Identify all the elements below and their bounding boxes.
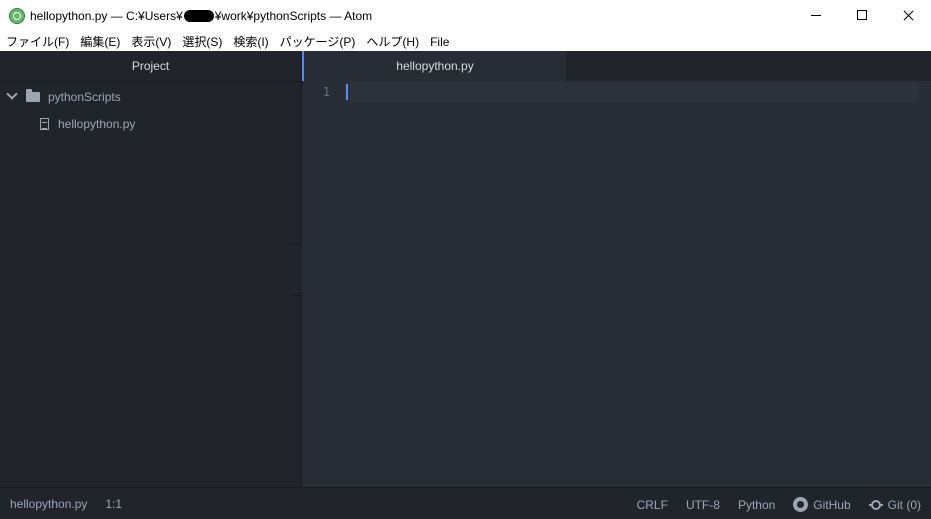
- chevron-down-icon: [6, 88, 18, 100]
- file-text-icon: [40, 118, 49, 130]
- line-number-1: 1: [322, 85, 330, 99]
- window-title-start: hellopython.py — C:¥Users¥: [30, 9, 183, 23]
- menu-view[interactable]: 表示(V): [125, 33, 176, 50]
- menu-help[interactable]: ヘルプ(H): [360, 33, 424, 50]
- minimize-button[interactable]: [793, 0, 839, 31]
- menu-selection[interactable]: 選択(S): [176, 33, 227, 50]
- status-git[interactable]: Git (0): [868, 497, 921, 512]
- status-encoding[interactable]: UTF-8: [686, 498, 720, 512]
- project-tree-panel: Project pythonScripts hellopython.py: [0, 51, 302, 487]
- status-line-ending[interactable]: CRLF: [637, 498, 668, 512]
- status-bar: hellopython.py 1:1 CRLF UTF-8 Python GitH…: [0, 487, 931, 519]
- menu-find[interactable]: 検索(I): [227, 33, 273, 50]
- tree-folder-row[interactable]: pythonScripts: [6, 88, 121, 104]
- tree-header-project[interactable]: Project: [0, 51, 301, 82]
- minimize-icon: [811, 15, 821, 16]
- atom-app-icon[interactable]: [9, 8, 25, 24]
- window-title: hellopython.py — C:¥Users¥ ¥work¥pythonSc…: [30, 9, 372, 23]
- current-line-highlight: [345, 82, 919, 102]
- tab-hellopython[interactable]: hellopython.py: [302, 51, 566, 81]
- redacted-username-mask: [183, 10, 214, 22]
- menu-file-jp[interactable]: ファイル(F): [0, 33, 74, 50]
- folder-label: pythonScripts: [48, 90, 121, 104]
- text-cursor: [346, 84, 348, 100]
- git-commit-icon: [868, 501, 883, 509]
- git-label: Git (0): [887, 497, 921, 512]
- status-cursor-position[interactable]: 1:1: [105, 497, 122, 511]
- menu-edit[interactable]: 編集(E): [74, 33, 125, 50]
- title-bar: hellopython.py — C:¥Users¥ ¥work¥pythonSc…: [0, 0, 931, 33]
- file-label: hellopython.py: [58, 117, 136, 131]
- menu-bar: ファイル(F) 編集(E) 表示(V) 選択(S) 検索(I) パッケージ(P)…: [0, 32, 931, 51]
- tab-bar: hellopython.py: [302, 51, 931, 81]
- folder-icon: [26, 89, 40, 102]
- menu-file[interactable]: File: [424, 35, 454, 49]
- status-grammar[interactable]: Python: [738, 498, 775, 512]
- github-icon: [793, 497, 809, 512]
- window-title-end: ¥work¥pythonScripts — Atom: [214, 9, 373, 23]
- github-label: GitHub: [813, 497, 851, 512]
- maximize-button[interactable]: [839, 0, 885, 31]
- text-editor[interactable]: 1: [302, 81, 931, 487]
- menu-packages[interactable]: パッケージ(P): [274, 33, 361, 50]
- status-github[interactable]: GitHub: [793, 497, 851, 512]
- close-button[interactable]: [885, 0, 931, 31]
- tree-file-row[interactable]: hellopython.py: [40, 117, 135, 131]
- maximize-icon: [857, 10, 867, 20]
- status-file-path[interactable]: hellopython.py: [10, 497, 87, 511]
